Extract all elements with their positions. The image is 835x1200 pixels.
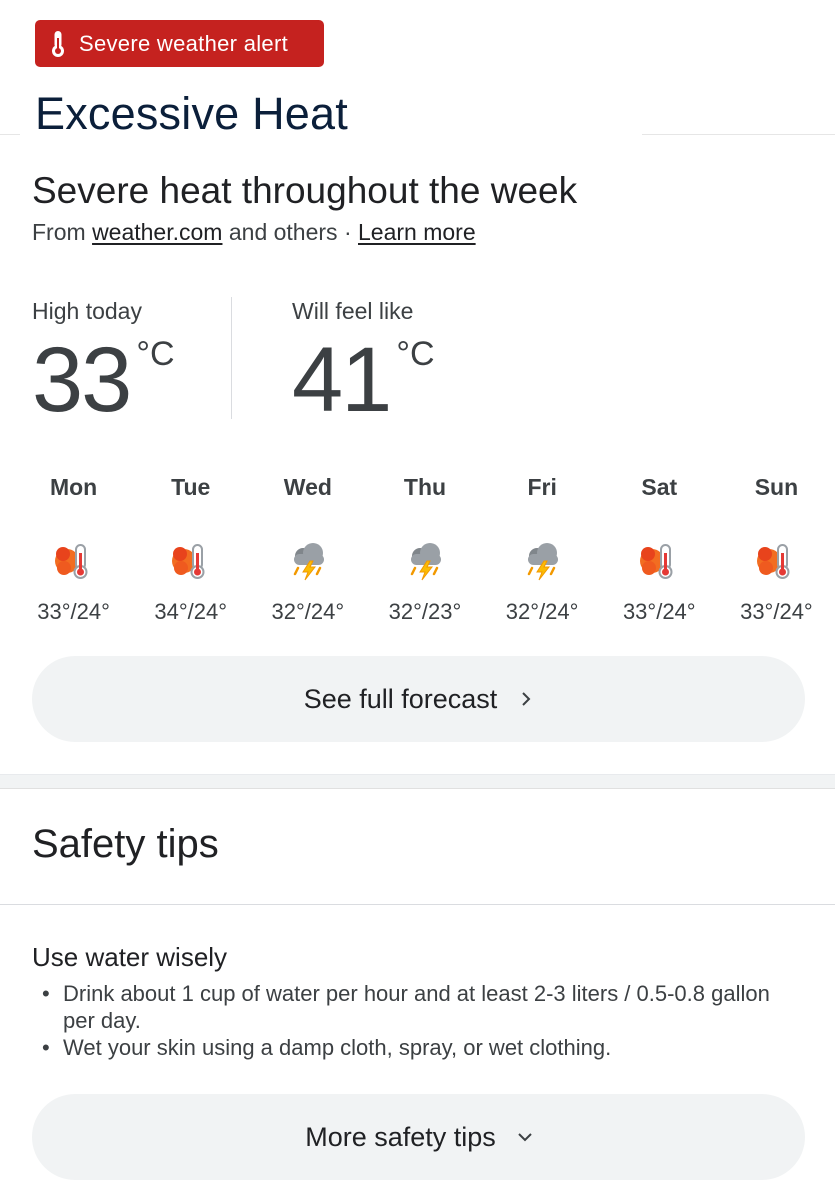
list-item: Drink about 1 cup of water per hour and … xyxy=(42,980,802,1034)
high-today-label: High today xyxy=(32,298,142,324)
source-prefix: From xyxy=(32,219,93,245)
heat-icon xyxy=(718,541,835,581)
feels-like-label: Will feel like xyxy=(292,298,414,324)
forecast-day[interactable]: Mon 33°/24° xyxy=(15,474,132,625)
divider xyxy=(0,904,835,905)
heat-icon xyxy=(132,541,249,581)
divider xyxy=(231,297,232,419)
thunderstorm-icon xyxy=(249,541,366,581)
thunderstorm-icon xyxy=(484,541,601,581)
safety-tips-title: Safety tips xyxy=(32,822,219,866)
section-separator xyxy=(0,774,835,789)
forecast-day[interactable]: Fri 32°/24° xyxy=(484,474,601,625)
weather-com-link[interactable]: weather.com xyxy=(92,219,222,245)
day-temperature-range: 32°/23° xyxy=(388,599,462,624)
day-name: Thu xyxy=(403,474,447,500)
high-today-unit: °C xyxy=(136,335,175,373)
tip-list: Drink about 1 cup of water per hour and … xyxy=(42,980,802,1061)
day-name: Tue xyxy=(171,474,211,500)
source-line: From weather.com and others · Learn more xyxy=(32,219,476,246)
high-today-value: 33 xyxy=(32,329,132,431)
forecast-day[interactable]: Wed 32°/24° xyxy=(249,474,366,625)
daily-forecast: Mon 33°/24° Tue 34°/24° Wed 32°/24° Thu … xyxy=(15,474,835,625)
severe-weather-alert-badge: Severe weather alert xyxy=(35,20,324,67)
see-full-forecast-label: See full forecast xyxy=(303,683,498,714)
thunderstorm-icon xyxy=(366,541,483,581)
day-temperature-range: 32°/24° xyxy=(271,599,345,624)
day-name: Sun xyxy=(754,474,799,500)
day-name: Mon xyxy=(49,474,98,500)
day-temperature-range: 33°/24° xyxy=(740,599,813,624)
forecast-day[interactable]: Sun 33°/24° xyxy=(718,474,835,625)
forecast-day[interactable]: Thu 32°/23° xyxy=(366,474,483,625)
forecast-day[interactable]: Tue 34°/24° xyxy=(132,474,249,625)
alert-label: Severe weather alert xyxy=(79,30,288,56)
feels-like: Will feel like 41 °C xyxy=(292,298,435,431)
day-name: Fri xyxy=(527,474,557,500)
feels-like-unit: °C xyxy=(396,335,435,373)
forecast-day[interactable]: Sat 33°/24° xyxy=(601,474,718,625)
feels-like-value: 41 xyxy=(292,329,392,431)
day-temperature-range: 34°/24° xyxy=(154,599,228,624)
more-safety-tips-button[interactable]: More safety tips xyxy=(32,1094,805,1180)
chevron-down-icon xyxy=(518,1133,532,1142)
heat-icon xyxy=(601,541,718,581)
day-temperature-range: 33°/24° xyxy=(37,599,110,624)
section-title: Severe heat throughout the week xyxy=(32,170,578,211)
tip-heading: Use water wisely xyxy=(32,942,228,972)
day-temperature-range: 33°/24° xyxy=(622,599,696,624)
thermometer-icon xyxy=(52,30,64,57)
day-name: Wed xyxy=(283,474,332,500)
heat-icon xyxy=(15,541,132,581)
source-mid: and others · xyxy=(222,219,358,245)
learn-more-link[interactable]: Learn more xyxy=(358,219,476,245)
list-item: Wet your skin using a damp cloth, spray,… xyxy=(42,1034,802,1061)
day-temperature-range: 32°/24° xyxy=(505,599,579,624)
high-today: High today 33 °C xyxy=(32,298,175,431)
chevron-right-icon xyxy=(522,692,531,706)
more-safety-tips-label: More safety tips xyxy=(305,1121,496,1152)
see-full-forecast-button[interactable]: See full forecast xyxy=(32,656,805,742)
day-name: Sat xyxy=(641,474,678,500)
